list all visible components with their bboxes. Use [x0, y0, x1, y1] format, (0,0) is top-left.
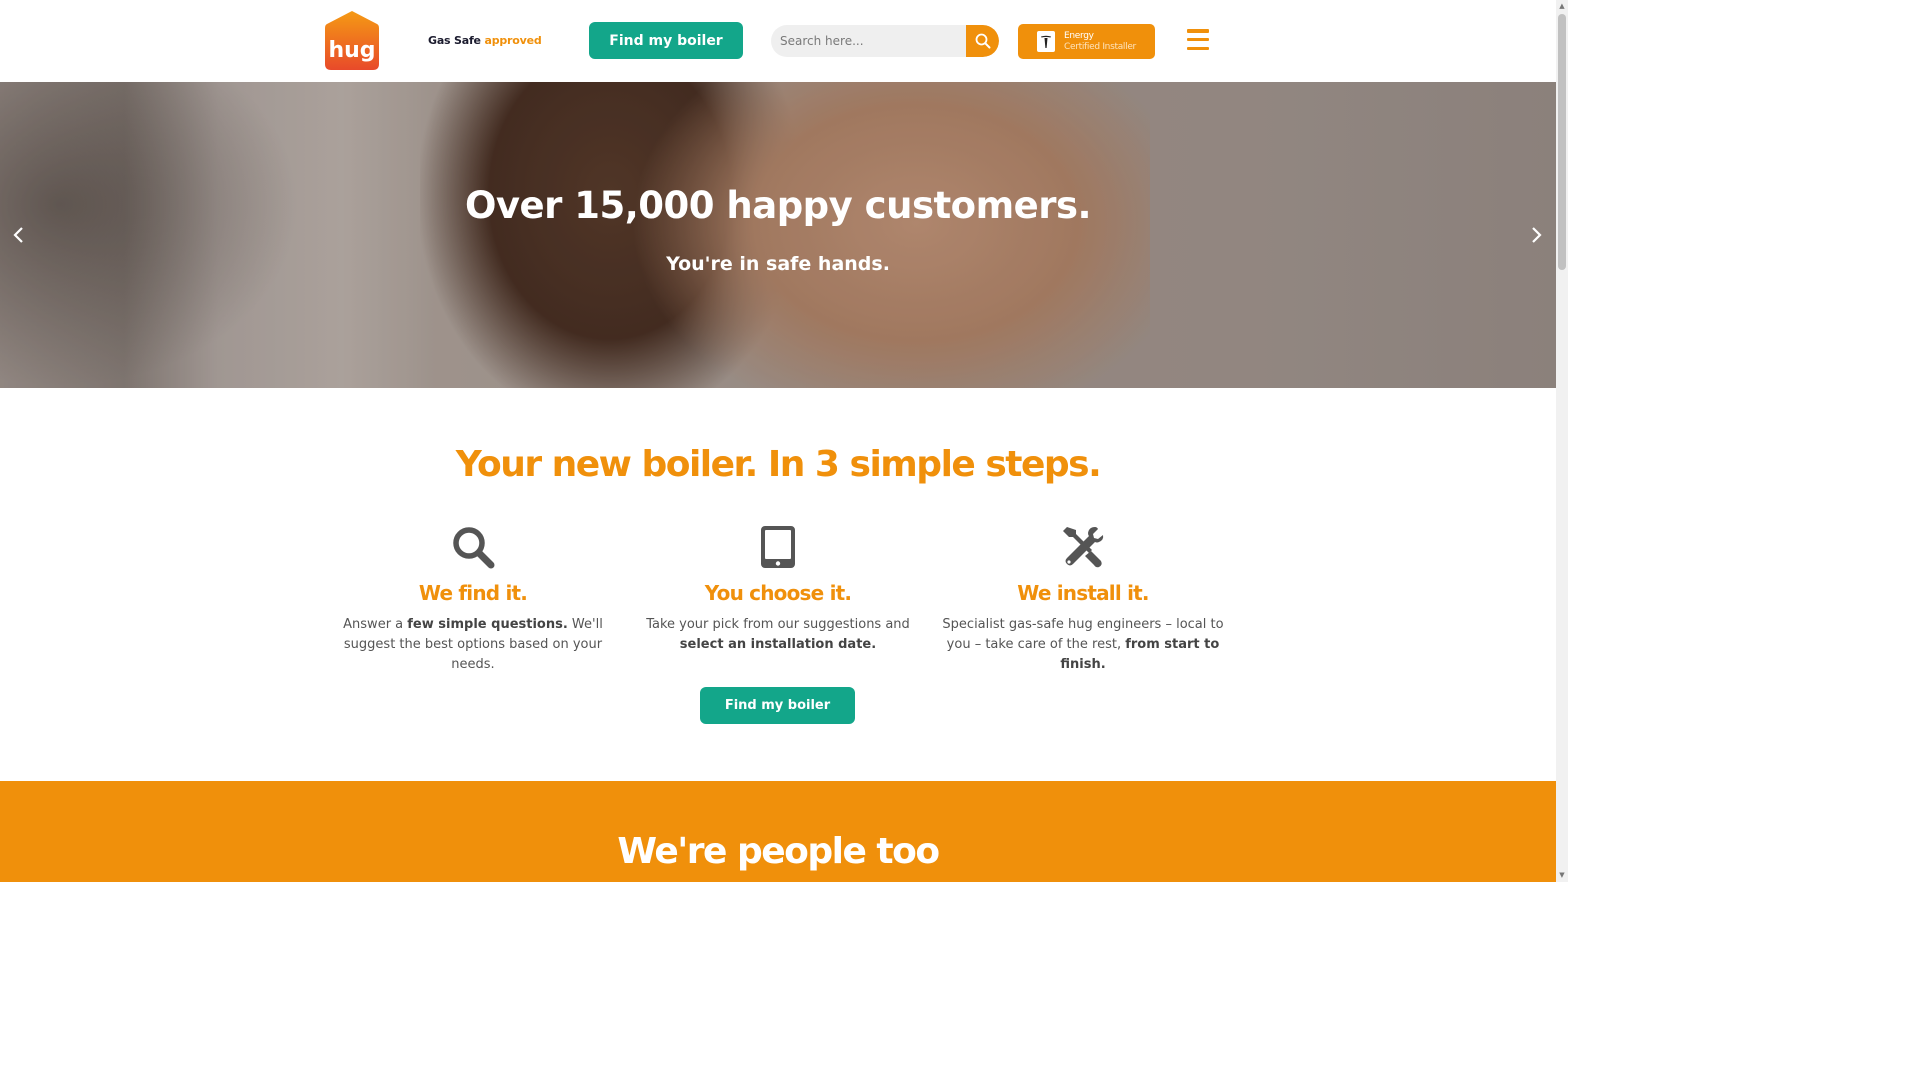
people-section: We're people too — [0, 781, 1556, 882]
step-find: We find it. Answer a few simple question… — [323, 525, 623, 675]
logo-text: hug — [328, 38, 375, 63]
step-install-title: We install it. — [1017, 581, 1149, 605]
tesla-badge-line2: Certified Installer — [1064, 42, 1136, 52]
step-choose: You choose it. Take your pick from our s… — [628, 525, 928, 655]
step-find-title: We find it. — [418, 581, 528, 605]
menu-bar — [1187, 46, 1209, 50]
find-boiler-main-button[interactable]: Find my boiler — [700, 687, 855, 724]
tablet-icon — [761, 526, 795, 568]
tesla-installer-badge[interactable]: Energy Certified Installer — [1018, 24, 1155, 59]
gas-safe-badge: Gas Safe approved — [428, 34, 542, 47]
hero-subtitle: You're in safe hands. — [666, 253, 890, 275]
hug-logo[interactable]: hug — [325, 10, 379, 70]
tesla-badge-line1: Energy — [1064, 31, 1094, 41]
find-boiler-header-button[interactable]: Find my boiler — [589, 22, 743, 59]
steps-heading: Your new boiler. In 3 simple steps. — [455, 444, 1102, 485]
scroll-down-arrow-icon[interactable]: ▼ — [1558, 870, 1566, 880]
step-install: We install it. Specialist gas-safe hug e… — [933, 525, 1233, 675]
step-find-text: Answer a few simple questions. We'll sug… — [343, 617, 603, 672]
step-install-text: Specialist gas-safe hug engineers – loca… — [942, 617, 1224, 672]
gas-safe-approved: approved — [484, 34, 542, 47]
site-header: hug Gas Safe approved Find my boiler Ene… — [0, 0, 1556, 82]
carousel-prev-button[interactable] — [8, 224, 28, 246]
menu-bar — [1187, 29, 1209, 33]
search-button[interactable] — [966, 25, 999, 57]
chevron-right-icon — [1532, 227, 1542, 243]
tesla-logo-icon — [1037, 31, 1055, 52]
menu-bar — [1187, 37, 1209, 42]
hero-overlay — [0, 82, 1556, 388]
hamburger-menu-icon[interactable] — [1187, 29, 1209, 50]
scrollbar-thumb[interactable] — [1558, 14, 1566, 270]
search-icon — [975, 33, 990, 49]
magnifier-icon — [453, 527, 495, 569]
chevron-left-icon — [13, 227, 23, 243]
tools-icon — [1063, 527, 1104, 568]
search-input[interactable] — [771, 25, 966, 57]
step-choose-title: You choose it. — [704, 581, 852, 605]
page-scrollbar[interactable]: ▲ ▼ — [1556, 0, 1568, 882]
carousel-next-button[interactable] — [1527, 224, 1547, 246]
hero-carousel: Over 15,000 happy customers. You're in s… — [0, 82, 1556, 388]
search-bar — [771, 25, 999, 57]
gas-safe-label: Gas Safe — [428, 34, 481, 47]
hero-title: Over 15,000 happy customers. — [464, 184, 1092, 227]
scroll-up-arrow-icon[interactable]: ▲ — [1558, 1, 1566, 11]
step-choose-text: Take your pick from our suggestions and … — [646, 617, 910, 652]
people-heading: We're people too — [617, 831, 940, 872]
tesla-badge-text: Energy Certified Installer — [1064, 31, 1136, 53]
